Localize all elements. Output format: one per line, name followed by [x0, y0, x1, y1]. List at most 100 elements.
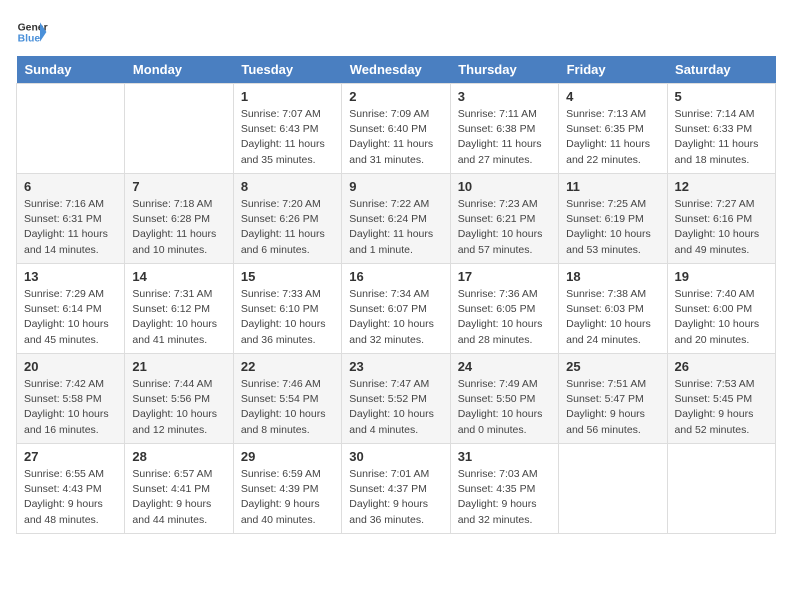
- day-number: 18: [566, 269, 659, 284]
- calendar-cell: 27Sunrise: 6:55 AM Sunset: 4:43 PM Dayli…: [17, 444, 125, 534]
- calendar-week-row: 27Sunrise: 6:55 AM Sunset: 4:43 PM Dayli…: [17, 444, 776, 534]
- calendar-cell: 22 Sunrise: 7:46 AM Sunset: 5:54 PM Dayli…: [233, 354, 341, 444]
- cell-info: Sunrise: 7:11 AM Sunset: 6:38 PM Dayligh…: [458, 107, 551, 168]
- cell-info: Sunrise: 7:07 AM Sunset: 6:43 PM Dayligh…: [241, 107, 334, 168]
- calendar-cell: 6 Sunrise: 7:16 AM Sunset: 6:31 PM Daylig…: [17, 174, 125, 264]
- day-number: 9: [349, 179, 442, 194]
- cell-info: Sunrise: 7:14 AM Sunset: 6:33 PM Dayligh…: [675, 107, 768, 168]
- day-number: 23: [349, 359, 442, 374]
- day-number: 7: [132, 179, 225, 194]
- day-number: 3: [458, 89, 551, 104]
- calendar-cell: 19 Sunrise: 7:40 AM Sunset: 6:00 PM Dayli…: [667, 264, 775, 354]
- header: General Blue: [16, 16, 776, 48]
- calendar-cell: 29 Sunrise: 6:59 AM Sunset: 4:39 PM Dayli…: [233, 444, 341, 534]
- calendar-cell: 23Sunrise: 7:47 AM Sunset: 5:52 PM Dayli…: [342, 354, 450, 444]
- calendar-cell: 16 Sunrise: 7:34 AM Sunset: 6:07 PM Dayli…: [342, 264, 450, 354]
- day-number: 11: [566, 179, 659, 194]
- cell-info: Sunrise: 7:46 AM Sunset: 5:54 PM Dayligh…: [241, 377, 334, 438]
- cell-info: Sunrise: 7:33 AM Sunset: 6:10 PM Dayligh…: [241, 287, 334, 348]
- calendar-cell: 15 Sunrise: 7:33 AM Sunset: 6:10 PM Dayli…: [233, 264, 341, 354]
- calendar-cell: 14 Sunrise: 7:31 AM Sunset: 6:12 PM Dayli…: [125, 264, 233, 354]
- calendar-cell: 2 Sunrise: 7:09 AM Sunset: 6:40 PM Daylig…: [342, 84, 450, 174]
- cell-info: Sunrise: 7:25 AM Sunset: 6:19 PM Dayligh…: [566, 197, 659, 258]
- cell-info: Sunrise: 7:38 AM Sunset: 6:03 PM Dayligh…: [566, 287, 659, 348]
- calendar-cell: 12Sunrise: 7:27 AM Sunset: 6:16 PM Dayli…: [667, 174, 775, 264]
- cell-info: Sunrise: 7:40 AM Sunset: 6:00 PM Dayligh…: [675, 287, 768, 348]
- cell-info: Sunrise: 7:51 AM Sunset: 5:47 PM Dayligh…: [566, 377, 659, 438]
- cell-info: Sunrise: 7:01 AM Sunset: 4:37 PM Dayligh…: [349, 467, 442, 528]
- cell-info: Sunrise: 7:16 AM Sunset: 6:31 PM Dayligh…: [24, 197, 117, 258]
- cell-info: Sunrise: 7:03 AM Sunset: 4:35 PM Dayligh…: [458, 467, 551, 528]
- day-number: 21: [132, 359, 225, 374]
- logo: General Blue: [16, 16, 48, 48]
- day-number: 16: [349, 269, 442, 284]
- calendar-cell: 11 Sunrise: 7:25 AM Sunset: 6:19 PM Dayli…: [559, 174, 667, 264]
- day-number: 14: [132, 269, 225, 284]
- day-number: 5: [675, 89, 768, 104]
- day-number: 28: [132, 449, 225, 464]
- cell-info: Sunrise: 6:59 AM Sunset: 4:39 PM Dayligh…: [241, 467, 334, 528]
- cell-info: Sunrise: 7:53 AM Sunset: 5:45 PM Dayligh…: [675, 377, 768, 438]
- cell-info: Sunrise: 7:49 AM Sunset: 5:50 PM Dayligh…: [458, 377, 551, 438]
- cell-info: Sunrise: 7:22 AM Sunset: 6:24 PM Dayligh…: [349, 197, 442, 258]
- header-saturday: Saturday: [667, 56, 775, 84]
- cell-info: Sunrise: 7:36 AM Sunset: 6:05 PM Dayligh…: [458, 287, 551, 348]
- cell-info: Sunrise: 7:42 AM Sunset: 5:58 PM Dayligh…: [24, 377, 117, 438]
- day-number: 22: [241, 359, 334, 374]
- cell-info: Sunrise: 7:31 AM Sunset: 6:12 PM Dayligh…: [132, 287, 225, 348]
- cell-info: Sunrise: 7:34 AM Sunset: 6:07 PM Dayligh…: [349, 287, 442, 348]
- cell-info: Sunrise: 6:55 AM Sunset: 4:43 PM Dayligh…: [24, 467, 117, 528]
- day-number: 13: [24, 269, 117, 284]
- calendar-cell: [125, 84, 233, 174]
- calendar-cell: [559, 444, 667, 534]
- calendar-cell: 4Sunrise: 7:13 AM Sunset: 6:35 PM Daylig…: [559, 84, 667, 174]
- header-sunday: Sunday: [17, 56, 125, 84]
- calendar-cell: 21 Sunrise: 7:44 AM Sunset: 5:56 PM Dayli…: [125, 354, 233, 444]
- calendar-cell: 8 Sunrise: 7:20 AM Sunset: 6:26 PM Daylig…: [233, 174, 341, 264]
- calendar-cell: 26Sunrise: 7:53 AM Sunset: 5:45 PM Dayli…: [667, 354, 775, 444]
- day-number: 12: [675, 179, 768, 194]
- day-number: 15: [241, 269, 334, 284]
- cell-info: Sunrise: 7:09 AM Sunset: 6:40 PM Dayligh…: [349, 107, 442, 168]
- cell-info: Sunrise: 7:29 AM Sunset: 6:14 PM Dayligh…: [24, 287, 117, 348]
- day-number: 2: [349, 89, 442, 104]
- calendar-cell: 30 Sunrise: 7:01 AM Sunset: 4:37 PM Dayli…: [342, 444, 450, 534]
- calendar-week-row: 20 Sunrise: 7:42 AM Sunset: 5:58 PM Dayli…: [17, 354, 776, 444]
- day-number: 25: [566, 359, 659, 374]
- cell-info: Sunrise: 7:13 AM Sunset: 6:35 PM Dayligh…: [566, 107, 659, 168]
- calendar-cell: 3 Sunrise: 7:11 AM Sunset: 6:38 PM Daylig…: [450, 84, 558, 174]
- day-number: 1: [241, 89, 334, 104]
- day-number: 30: [349, 449, 442, 464]
- calendar-week-row: 13 Sunrise: 7:29 AM Sunset: 6:14 PM Dayli…: [17, 264, 776, 354]
- calendar-cell: 17 Sunrise: 7:36 AM Sunset: 6:05 PM Dayli…: [450, 264, 558, 354]
- cell-info: Sunrise: 7:44 AM Sunset: 5:56 PM Dayligh…: [132, 377, 225, 438]
- cell-info: Sunrise: 7:20 AM Sunset: 6:26 PM Dayligh…: [241, 197, 334, 258]
- day-number: 24: [458, 359, 551, 374]
- cell-info: Sunrise: 7:23 AM Sunset: 6:21 PM Dayligh…: [458, 197, 551, 258]
- calendar-table: SundayMondayTuesdayWednesdayThursdayFrid…: [16, 56, 776, 534]
- cell-info: Sunrise: 6:57 AM Sunset: 4:41 PM Dayligh…: [132, 467, 225, 528]
- day-number: 20: [24, 359, 117, 374]
- calendar-cell: 13 Sunrise: 7:29 AM Sunset: 6:14 PM Dayli…: [17, 264, 125, 354]
- calendar-cell: 1 Sunrise: 7:07 AM Sunset: 6:43 PM Daylig…: [233, 84, 341, 174]
- calendar-cell: 28 Sunrise: 6:57 AM Sunset: 4:41 PM Dayli…: [125, 444, 233, 534]
- header-wednesday: Wednesday: [342, 56, 450, 84]
- header-thursday: Thursday: [450, 56, 558, 84]
- logo-icon: General Blue: [16, 16, 48, 48]
- calendar-cell: 5 Sunrise: 7:14 AM Sunset: 6:33 PM Daylig…: [667, 84, 775, 174]
- day-number: 29: [241, 449, 334, 464]
- calendar-cell: 25 Sunrise: 7:51 AM Sunset: 5:47 PM Dayli…: [559, 354, 667, 444]
- day-number: 19: [675, 269, 768, 284]
- calendar-cell: 18 Sunrise: 7:38 AM Sunset: 6:03 PM Dayli…: [559, 264, 667, 354]
- calendar-week-row: 6 Sunrise: 7:16 AM Sunset: 6:31 PM Daylig…: [17, 174, 776, 264]
- calendar-cell: 7Sunrise: 7:18 AM Sunset: 6:28 PM Daylig…: [125, 174, 233, 264]
- calendar-cell: 31 Sunrise: 7:03 AM Sunset: 4:35 PM Dayli…: [450, 444, 558, 534]
- day-number: 6: [24, 179, 117, 194]
- day-number: 31: [458, 449, 551, 464]
- day-number: 8: [241, 179, 334, 194]
- day-number: 17: [458, 269, 551, 284]
- calendar-cell: [17, 84, 125, 174]
- calendar-cell: [667, 444, 775, 534]
- svg-text:Blue: Blue: [18, 34, 41, 45]
- calendar-cell: 24 Sunrise: 7:49 AM Sunset: 5:50 PM Dayli…: [450, 354, 558, 444]
